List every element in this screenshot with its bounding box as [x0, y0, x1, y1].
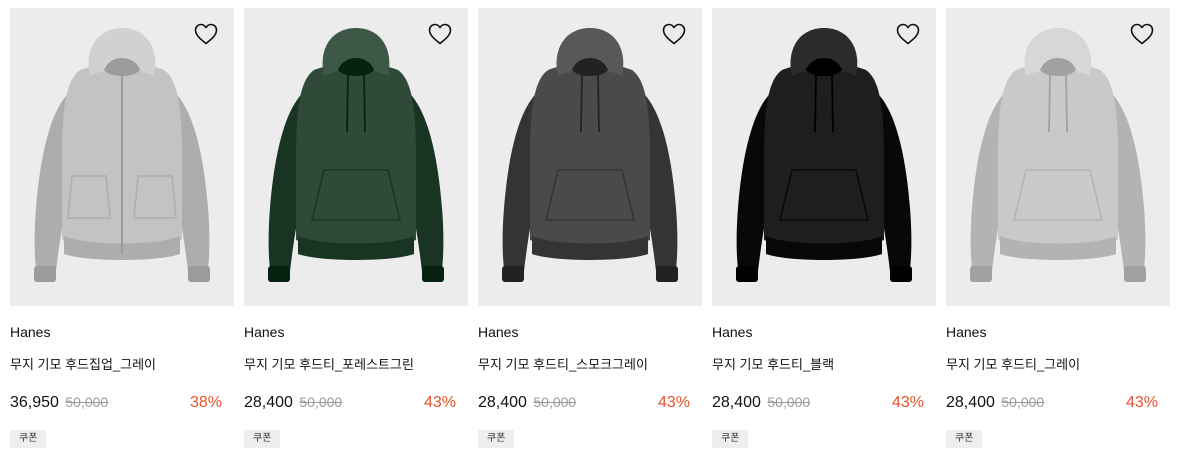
original-price: 50,000	[533, 394, 577, 410]
price-row: 28,400 50,000 43%	[478, 394, 690, 414]
price-row: 28,400 50,000 43%	[946, 394, 1158, 414]
discount-rate: 43%	[891, 394, 924, 411]
product-image[interactable]	[712, 8, 936, 306]
hoodie-illustration	[268, 28, 444, 282]
original-price: 50,000	[1001, 394, 1045, 410]
hoodie-illustration	[970, 28, 1146, 282]
hoodie-illustration	[502, 28, 678, 282]
product-brand[interactable]: Hanes	[478, 324, 518, 340]
heart-outline-icon[interactable]	[662, 23, 686, 45]
coupon-badge: 쿠폰	[946, 430, 983, 448]
sale-price: 36,950	[10, 394, 59, 411]
coupon-badge: 쿠폰	[244, 430, 281, 448]
discount-rate: 43%	[657, 394, 690, 411]
product-card[interactable]: Hanes 무지 기모 후드집업_그레이 36,950 50,000 38% 쿠…	[10, 8, 234, 458]
discount-rate: 38%	[189, 394, 222, 411]
product-name[interactable]: 무지 기모 후드티_그레이	[946, 354, 1080, 373]
product-grid: Hanes 무지 기모 후드집업_그레이 36,950 50,000 38% 쿠…	[0, 0, 1179, 460]
product-name[interactable]: 무지 기모 후드티_블랙	[712, 354, 834, 373]
coupon-badge: 쿠폰	[478, 430, 515, 448]
heart-outline-icon[interactable]	[194, 23, 218, 45]
product-card[interactable]: Hanes 무지 기모 후드티_스모크그레이 28,400 50,000 43%…	[478, 8, 702, 458]
product-image[interactable]	[244, 8, 468, 306]
hoodie-illustration	[34, 28, 210, 282]
product-card[interactable]: Hanes 무지 기모 후드티_그레이 28,400 50,000 43% 쿠폰	[946, 8, 1170, 458]
sale-price: 28,400	[946, 394, 995, 411]
price-row: 28,400 50,000 43%	[712, 394, 924, 414]
product-name[interactable]: 무지 기모 후드티_포레스트그린	[244, 354, 414, 373]
product-brand[interactable]: Hanes	[244, 324, 284, 340]
original-price: 50,000	[767, 394, 811, 410]
sale-price: 28,400	[712, 394, 761, 411]
sale-price: 28,400	[244, 394, 293, 411]
discount-rate: 43%	[1125, 394, 1158, 411]
product-image[interactable]	[478, 8, 702, 306]
product-image[interactable]	[10, 8, 234, 306]
product-name[interactable]: 무지 기모 후드티_스모크그레이	[478, 354, 648, 373]
product-brand[interactable]: Hanes	[10, 324, 50, 340]
product-card[interactable]: Hanes 무지 기모 후드티_블랙 28,400 50,000 43% 쿠폰	[712, 8, 936, 458]
sale-price: 28,400	[478, 394, 527, 411]
discount-rate: 43%	[423, 394, 456, 411]
heart-outline-icon[interactable]	[1130, 23, 1154, 45]
coupon-badge: 쿠폰	[10, 430, 47, 448]
product-brand[interactable]: Hanes	[712, 324, 752, 340]
price-row: 36,950 50,000 38%	[10, 394, 222, 414]
heart-outline-icon[interactable]	[428, 23, 452, 45]
product-brand[interactable]: Hanes	[946, 324, 986, 340]
heart-outline-icon[interactable]	[896, 23, 920, 45]
hoodie-illustration	[736, 28, 912, 282]
coupon-badge: 쿠폰	[712, 430, 749, 448]
product-name[interactable]: 무지 기모 후드집업_그레이	[10, 354, 156, 373]
price-row: 28,400 50,000 43%	[244, 394, 456, 414]
original-price: 50,000	[65, 394, 109, 410]
product-card[interactable]: Hanes 무지 기모 후드티_포레스트그린 28,400 50,000 43%…	[244, 8, 468, 458]
original-price: 50,000	[299, 394, 343, 410]
product-image[interactable]	[946, 8, 1170, 306]
